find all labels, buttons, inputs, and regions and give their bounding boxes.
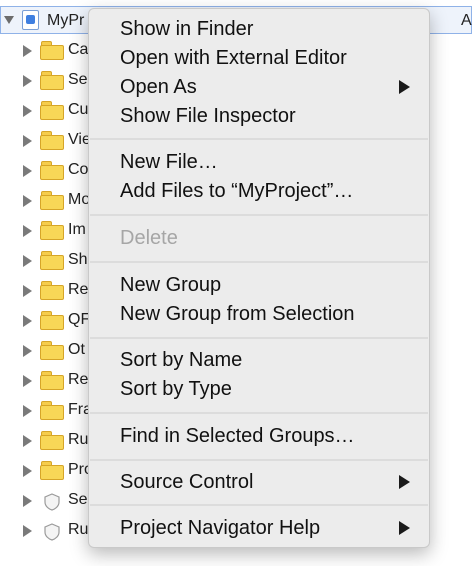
menu-item-label: Source Control [120, 471, 254, 493]
row-label: Re [68, 371, 89, 388]
menu-item-show-file-inspector[interactable]: Show File Inspector [89, 102, 429, 130]
folder-icon [40, 341, 64, 360]
folder-icon [40, 281, 64, 300]
submenu-arrow-icon [399, 80, 410, 94]
disclosure-triangle-icon[interactable] [23, 525, 32, 537]
submenu-arrow-icon [399, 521, 410, 535]
row-label: Ru [68, 521, 89, 538]
folder-icon [40, 221, 64, 240]
menu-separator [90, 504, 428, 506]
disclosure-triangle-icon[interactable] [23, 105, 32, 117]
disclosure-triangle-icon[interactable] [23, 285, 32, 297]
row-label: QF [68, 311, 91, 328]
menu-separator [90, 459, 428, 461]
menu-item-delete: Delete [120, 227, 178, 249]
context-menu: Show in Finder Open with External Editor… [88, 8, 430, 548]
row-label: Ot [68, 341, 85, 358]
row-label: Re [68, 281, 89, 298]
disclosure-open-icon[interactable] [4, 16, 14, 24]
menu-item-label: Project Navigator Help [120, 517, 321, 539]
menu-separator [90, 337, 428, 339]
shield-icon [43, 493, 61, 511]
menu-item-source-control[interactable]: Source Control [89, 468, 429, 496]
menu-item-new-group[interactable]: New Group [89, 271, 429, 299]
menu-item-new-file[interactable]: New File… [89, 148, 429, 176]
disclosure-triangle-icon[interactable] [23, 345, 32, 357]
column-letter: A [461, 12, 472, 29]
menu-separator [90, 261, 428, 263]
menu-item-show-in-finder[interactable]: Show in Finder [89, 15, 429, 43]
menu-item-open-as[interactable]: Open As [89, 73, 429, 101]
folder-icon [40, 71, 64, 90]
folder-icon [40, 41, 64, 60]
folder-icon [40, 131, 64, 150]
menu-item-sort-by-type[interactable]: Sort by Type [89, 375, 429, 403]
disclosure-triangle-icon[interactable] [23, 465, 32, 477]
disclosure-triangle-icon[interactable] [23, 375, 32, 387]
row-label: Ru [68, 431, 89, 448]
folder-icon [40, 101, 64, 120]
disclosure-triangle-icon[interactable] [23, 165, 32, 177]
folder-icon [40, 311, 64, 330]
menu-item-sort-by-name[interactable]: Sort by Name [89, 346, 429, 374]
disclosure-triangle-icon[interactable] [23, 495, 32, 507]
disclosure-triangle-icon[interactable] [23, 255, 32, 267]
folder-icon [40, 161, 64, 180]
menu-item-add-files[interactable]: Add Files to “MyProject”… [89, 177, 429, 205]
disclosure-triangle-icon[interactable] [23, 435, 32, 447]
disclosure-triangle-icon[interactable] [23, 225, 32, 237]
row-label: Im [68, 221, 86, 238]
folder-icon [40, 461, 64, 480]
menu-item-project-navigator-help[interactable]: Project Navigator Help [89, 514, 429, 542]
project-root-label: MyPr [47, 12, 85, 29]
submenu-arrow-icon [399, 475, 410, 489]
menu-item-label: Open As [120, 76, 197, 98]
menu-item-find-in-selected-groups[interactable]: Find in Selected Groups… [89, 422, 429, 450]
row-label: Se [68, 491, 88, 508]
disclosure-triangle-icon[interactable] [23, 195, 32, 207]
menu-separator [90, 214, 428, 216]
disclosure-triangle-icon[interactable] [23, 315, 32, 327]
disclosure-triangle-icon[interactable] [23, 135, 32, 147]
folder-icon [40, 251, 64, 270]
menu-item-new-group-from-selection[interactable]: New Group from Selection [89, 300, 429, 328]
menu-separator [90, 138, 428, 140]
folder-icon [40, 401, 64, 420]
folder-icon [40, 371, 64, 390]
menu-separator [90, 412, 428, 414]
folder-icon [40, 431, 64, 450]
row-label: Sh [68, 251, 88, 268]
menu-item-open-with-external-editor[interactable]: Open with External Editor [89, 44, 429, 72]
disclosure-triangle-icon[interactable] [23, 45, 32, 57]
project-file-icon [22, 10, 39, 30]
row-label: Co [68, 161, 89, 178]
folder-icon [40, 191, 64, 210]
shield-icon [43, 523, 61, 541]
row-label: Cu [68, 101, 89, 118]
disclosure-triangle-icon[interactable] [23, 75, 32, 87]
row-label: Mo [68, 191, 91, 208]
row-label: Ca [68, 41, 89, 58]
row-label: Se [68, 71, 88, 88]
disclosure-triangle-icon[interactable] [23, 405, 32, 417]
